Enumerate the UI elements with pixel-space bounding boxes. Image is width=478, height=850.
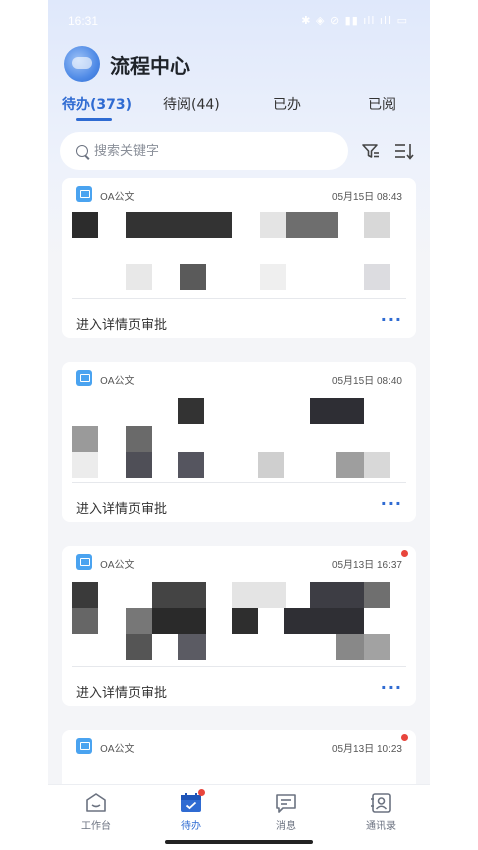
card-divider [72, 298, 406, 299]
card-app-name: OA公文 [100, 744, 135, 755]
nav-label: 工作台 [81, 821, 111, 832]
app-screen: 16:31 ✱ ◈ ⊘ ▮▮ ıll ıll ▭ 流程中心 待办(373) 待阅… [48, 0, 430, 850]
card-divider [72, 666, 406, 667]
more-icon[interactable]: ··· [381, 678, 402, 697]
tab-read[interactable]: 已阅 [368, 94, 396, 114]
status-time: 16:31 [68, 14, 99, 28]
sort-icon[interactable] [392, 140, 414, 162]
home-indicator[interactable] [165, 840, 313, 844]
approval-list: OA公文 05月15日 08:43 进入详情页审批 ··· OA公文 05月15… [62, 178, 416, 784]
nav-messages[interactable]: 消息 [246, 785, 326, 841]
card-header: OA公文 05月13日 10:23 [62, 730, 416, 756]
approval-card[interactable]: OA公文 05月13日 10:23 [62, 730, 416, 784]
redacted-content [72, 574, 406, 664]
workbench-icon [86, 793, 106, 812]
nav-label: 通讯录 [366, 821, 396, 832]
card-app-name: OA公文 [100, 376, 135, 387]
card-timestamp: 05月15日 08:40 [331, 376, 402, 387]
notification-badge [198, 789, 205, 796]
card-action-link[interactable]: 进入详情页审批 [76, 314, 167, 333]
search-icon [76, 145, 88, 157]
nav-label: 待办 [181, 821, 201, 832]
tab-to-read[interactable]: 待阅(44) [163, 94, 220, 114]
card-header: OA公文 05月15日 08:43 [62, 178, 416, 204]
message-icon [276, 794, 296, 813]
card-action-link[interactable]: 进入详情页审批 [76, 498, 167, 517]
status-bar: 16:31 ✱ ◈ ⊘ ▮▮ ıll ıll ▭ [48, 0, 430, 40]
card-app-name: OA公文 [100, 560, 135, 571]
active-tab-indicator [76, 118, 112, 121]
contacts-icon [371, 793, 391, 813]
more-icon[interactable]: ··· [381, 494, 402, 513]
approval-card[interactable]: OA公文 05月15日 08:40 进入详情页审批 ··· [62, 362, 416, 522]
status-indicators: ✱ ◈ ⊘ ▮▮ ıll ıll ▭ [301, 14, 408, 27]
oa-document-icon [76, 738, 92, 754]
nav-todo[interactable]: 待办 [151, 785, 231, 841]
avatar[interactable] [64, 46, 100, 82]
oa-document-icon [76, 554, 92, 570]
redacted-content [72, 390, 406, 480]
search-input[interactable] [94, 142, 334, 160]
card-action-link[interactable]: 进入详情页审批 [76, 682, 167, 701]
card-header: OA公文 05月13日 16:37 [62, 546, 416, 572]
card-app-name: OA公文 [100, 192, 135, 203]
tab-bar: 待办(373) 待阅(44) 已办 已阅 [48, 94, 430, 122]
filter-icon[interactable] [360, 140, 382, 162]
card-timestamp: 05月13日 16:37 [331, 560, 402, 571]
approval-card[interactable]: OA公文 05月13日 16:37 进入详情页审批 ··· [62, 546, 416, 706]
card-timestamp: 05月13日 10:23 [331, 744, 402, 755]
card-header: OA公文 05月15日 08:40 [62, 362, 416, 388]
oa-document-icon [76, 370, 92, 386]
card-divider [72, 482, 406, 483]
more-icon[interactable]: ··· [381, 310, 402, 329]
oa-document-icon [76, 186, 92, 202]
tab-todo[interactable]: 待办(373) [62, 94, 132, 114]
search-bar[interactable] [60, 132, 348, 170]
tab-done[interactable]: 已办 [273, 94, 301, 114]
nav-label: 消息 [276, 821, 296, 832]
redacted-content [72, 206, 406, 296]
nav-workbench[interactable]: 工作台 [56, 785, 136, 841]
page-title: 流程中心 [110, 54, 190, 78]
nav-contacts[interactable]: 通讯录 [341, 785, 421, 841]
approval-card[interactable]: OA公文 05月15日 08:43 进入详情页审批 ··· [62, 178, 416, 338]
card-timestamp: 05月15日 08:43 [331, 192, 402, 203]
